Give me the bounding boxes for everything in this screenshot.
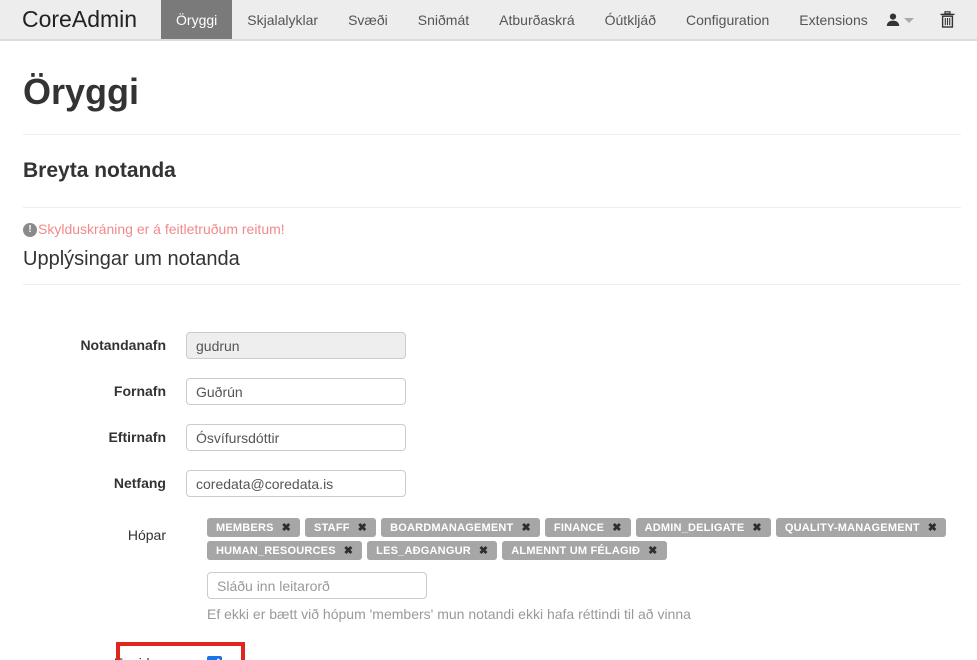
groups-label: Hópar — [23, 516, 186, 562]
group-tag-label: MEMBERS — [216, 522, 274, 534]
lastname-label: Eftirnafn — [23, 424, 186, 451]
form-row-firstname: Fornafn — [23, 378, 961, 405]
email-field[interactable] — [186, 470, 406, 497]
remove-tag-icon[interactable]: ✖ — [648, 544, 657, 557]
required-note-text: Skylduskráning er á feitletruðum reitum! — [38, 221, 285, 238]
user-icon — [885, 12, 901, 28]
user-form: Notandanafn Fornafn Eftirnafn Netfang Hó… — [23, 332, 961, 660]
group-tag: ADMIN_DELIGATE ✖ — [636, 518, 771, 537]
group-tag-label: ALMENNT UM FÉLAGIÐ — [511, 545, 640, 557]
form-row-username: Notandanafn — [23, 332, 961, 359]
nav-item-outkljad[interactable]: Óútkljáð — [590, 0, 671, 39]
info-icon: ! — [23, 223, 37, 237]
group-tag: BOARDMANAGEMENT ✖ — [381, 518, 540, 537]
remove-tag-icon[interactable]: ✖ — [928, 521, 937, 534]
remove-tag-icon[interactable]: ✖ — [612, 521, 621, 534]
firstname-label: Fornafn — [23, 378, 186, 405]
nav-item-configuration[interactable]: Configuration — [671, 0, 784, 39]
lastname-field[interactable] — [186, 424, 406, 451]
group-tag: LES_AÐGANGUR ✖ — [367, 541, 497, 560]
group-tag-label: HUMAN_RESOURCES — [216, 545, 336, 557]
group-tag-label: LES_AÐGANGUR — [376, 545, 471, 557]
nav-item-atburdaskra[interactable]: Atburðaskrá — [484, 0, 589, 39]
divider — [23, 134, 961, 135]
nav-item-svaedi[interactable]: Svæði — [333, 0, 403, 39]
username-label: Notandanafn — [23, 332, 186, 359]
remove-tag-icon[interactable]: ✖ — [521, 521, 530, 534]
nav-item-oryggi[interactable]: Öryggi — [161, 0, 232, 39]
remove-tag-icon[interactable]: ✖ — [752, 521, 761, 534]
section-title: Breyta notanda — [23, 158, 961, 183]
remove-tag-icon[interactable]: ✖ — [282, 521, 291, 534]
group-tags: MEMBERS ✖ STAFF ✖ BOARDMANAGEMENT ✖ FINANCE… — [207, 516, 961, 562]
navbar-right — [885, 0, 977, 39]
nav-items: Öryggi Skjalalyklar Svæði Sniðmát Atburð… — [161, 0, 885, 39]
form-row-active: Er virkur — [23, 640, 961, 660]
main-content: Öryggi Breyta notanda ! Skylduskráning e… — [0, 71, 977, 660]
groups-help-text: Ef ekki er bætt við hópum 'members' mun … — [207, 606, 961, 622]
remove-tag-icon[interactable]: ✖ — [479, 544, 488, 557]
chevron-down-icon — [904, 18, 914, 23]
remove-tag-icon[interactable]: ✖ — [344, 544, 353, 557]
group-tag: ALMENNT UM FÉLAGIÐ ✖ — [502, 541, 666, 560]
form-row-lastname: Eftirnafn — [23, 424, 961, 451]
user-menu[interactable] — [885, 12, 914, 28]
group-tag: HUMAN_RESOURCES ✖ — [207, 541, 362, 560]
firstname-field[interactable] — [186, 378, 406, 405]
trash-icon[interactable] — [940, 11, 955, 28]
active-checkbox[interactable] — [207, 656, 222, 660]
brand-logo[interactable]: CoreAdmin — [0, 0, 161, 39]
active-label: Er virkur — [23, 640, 186, 660]
nav-item-snidmat[interactable]: Sniðmát — [403, 0, 484, 39]
nav-item-skjalalyklar[interactable]: Skjalalyklar — [232, 0, 333, 39]
group-search-input[interactable] — [207, 572, 427, 599]
group-tag-label: QUALITY-MANAGEMENT — [785, 522, 920, 534]
group-tag: FINANCE ✖ — [545, 518, 631, 537]
group-search-row — [207, 572, 961, 599]
group-tag: QUALITY-MANAGEMENT ✖ — [776, 518, 946, 537]
navbar: CoreAdmin Öryggi Skjalalyklar Svæði Snið… — [0, 0, 977, 41]
page-title: Öryggi — [23, 71, 961, 113]
subsection-title: Upplýsingar um notanda — [23, 247, 961, 271]
group-tag-label: FINANCE — [554, 522, 604, 534]
group-tag-label: ADMIN_DELIGATE — [645, 522, 745, 534]
username-field — [186, 332, 406, 359]
divider — [23, 207, 961, 208]
nav-item-extensions[interactable]: Extensions — [784, 0, 882, 39]
divider — [23, 284, 961, 285]
remove-tag-icon[interactable]: ✖ — [358, 521, 367, 534]
group-tag: STAFF ✖ — [305, 518, 376, 537]
email-label: Netfang — [23, 470, 186, 497]
required-fields-note: ! Skylduskráning er á feitletruðum reitu… — [23, 221, 961, 238]
group-tag-label: BOARDMANAGEMENT — [390, 522, 513, 534]
group-tag: MEMBERS ✖ — [207, 518, 300, 537]
form-row-groups: Hópar MEMBERS ✖ STAFF ✖ BOARDMANAGEMENT ✖ F… — [23, 516, 961, 562]
form-row-email: Netfang — [23, 470, 961, 497]
group-tag-label: STAFF — [314, 522, 350, 534]
